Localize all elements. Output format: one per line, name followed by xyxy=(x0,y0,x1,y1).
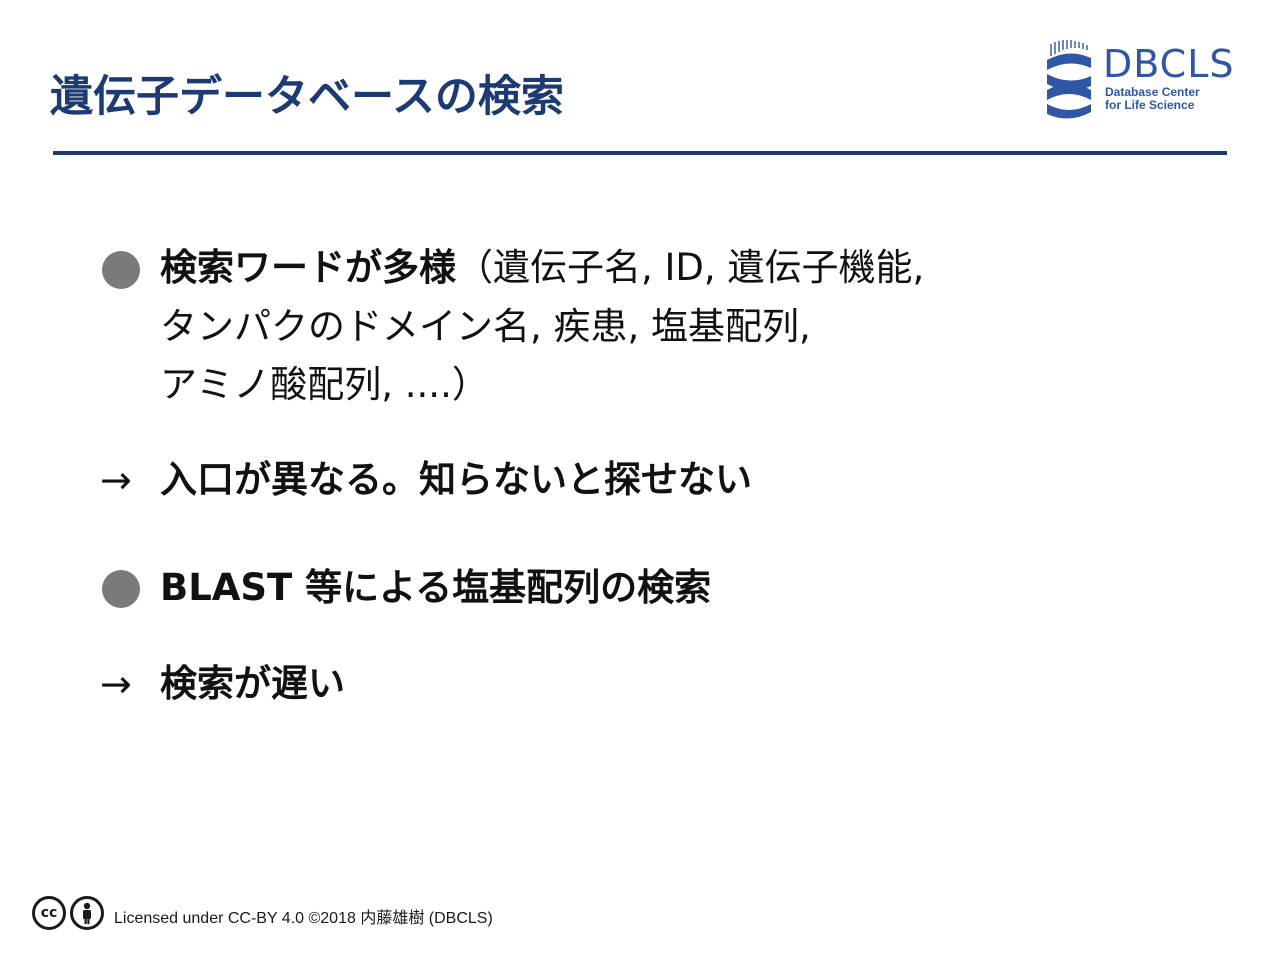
slide: 遺伝子データベースの検索 DBCLS Database Center for L… xyxy=(0,0,1280,960)
bullet-icon xyxy=(102,251,140,289)
bullet1-lead: 検索ワードが多様 xyxy=(160,246,456,289)
logo-wordmark: DBCLS xyxy=(1103,42,1235,86)
bullet1-line3: アミノ酸配列, ....） xyxy=(160,363,489,406)
bullet1-line2: タンパクのドメイン名, 疾患, 塩基配列, xyxy=(160,305,811,348)
slide-title: 遺伝子データベースの検索 xyxy=(50,72,564,122)
bullet2-text: BLAST 等による塩基配列の検索 xyxy=(160,566,712,609)
license-text: Licensed under CC-BY 4.0 ©2018 内藤雄樹 (DBC… xyxy=(114,910,493,927)
dbcls-logo: DBCLS Database Center for Life Science xyxy=(1045,38,1235,120)
arrow2-text: 検索が遅い xyxy=(160,662,345,705)
title-divider xyxy=(53,151,1227,155)
cc-icon: cc xyxy=(32,896,66,930)
bullet1-line1-rest: （遺伝子名, ID, 遺伝子機能, xyxy=(456,246,925,289)
by-person-icon xyxy=(70,896,104,930)
arrow1-text: 入口が異なる。知らないと探せない xyxy=(160,458,752,501)
arrow1-icon: → xyxy=(100,458,132,502)
dna-helix-icon xyxy=(1047,40,1091,119)
bullet-icon xyxy=(102,570,140,608)
arrow2-icon: → xyxy=(100,662,132,706)
bullet1-line1: 検索ワードが多様（遺伝子名, ID, 遺伝子機能, xyxy=(160,246,924,290)
logo-subtitle-line2: for Life Science xyxy=(1105,98,1195,112)
